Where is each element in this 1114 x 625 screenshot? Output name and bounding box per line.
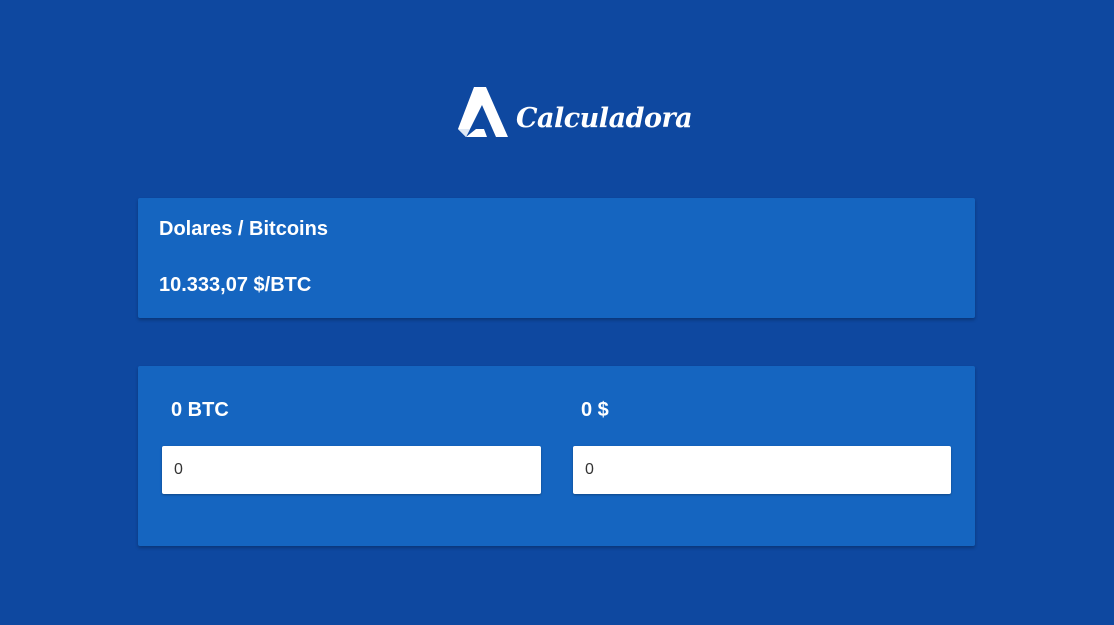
logo: Calculadora [456, 84, 693, 140]
logo-text: Calculadora [516, 102, 693, 134]
btc-amount-label: 0 BTC [171, 399, 229, 421]
rate-value: 10.333,07 $/BTC [159, 274, 312, 296]
usd-input[interactable] [573, 446, 951, 494]
logo-a-icon [458, 87, 508, 137]
rate-title: Dolares / Bitcoins [159, 218, 328, 240]
usd-amount-label: 0 $ [581, 399, 609, 421]
page: Calculadora Dolares / Bitcoins 10.333,07… [0, 0, 1114, 625]
converter-card: 0 BTC 0 $ [138, 366, 975, 546]
exchange-rate-card: Dolares / Bitcoins 10.333,07 $/BTC [138, 198, 975, 318]
btc-input[interactable] [162, 446, 541, 494]
